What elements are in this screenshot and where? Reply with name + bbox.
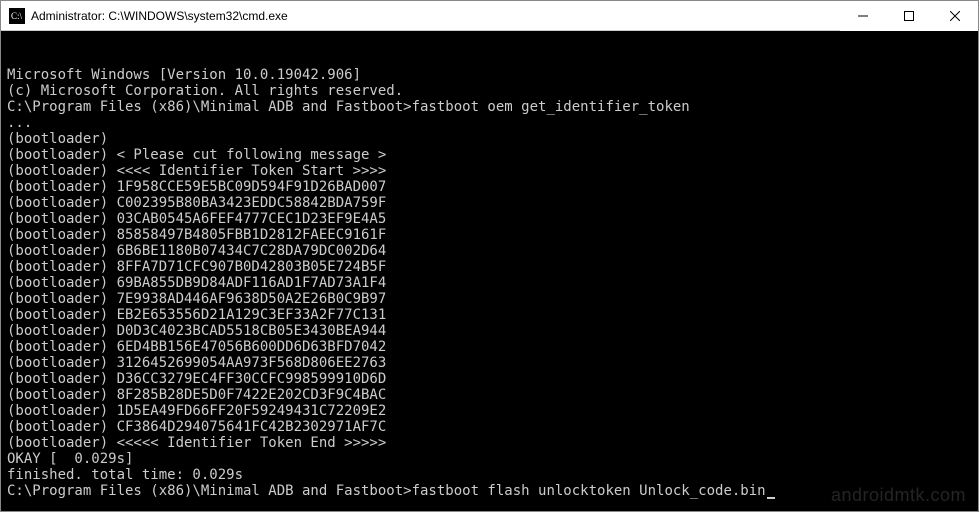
output-line: (bootloader) 7E9938AD446AF9638D50A2E26B0… [7,291,972,307]
output-line: (bootloader) 8FFA7D71CFC907B0D42803B05E7… [7,259,972,275]
output-line: (bootloader) 03CAB0545A6FEF4777CEC1D23EF… [7,211,972,227]
output-line: (bootloader) 1F958CCE59E5BC09D594F91D26B… [7,179,972,195]
titlebar[interactable]: C:\ Administrator: C:\WINDOWS\system32\c… [1,1,978,31]
watermark-text: androidmtk.com [831,487,966,503]
close-button[interactable] [932,1,978,31]
window-title: Administrator: C:\WINDOWS\system32\cmd.e… [31,9,840,23]
output-line: (bootloader) < Please cut following mess… [7,147,972,163]
output-line: (bootloader) 3126452699054AA973F568D806E… [7,355,972,371]
output-line: (bootloader) 6B6BE1180B07434C7C28DA79DC0… [7,243,972,259]
output-line: (bootloader) 6ED4BB156E47056B600DD6D63BF… [7,339,972,355]
output-line: (bootloader) C002395B80BA3423EDDC58842BD… [7,195,972,211]
output-line: (bootloader) 85858497B4805FBB1D2812FAEEC… [7,227,972,243]
prompt-line: C:\Program Files (x86)\Minimal ADB and F… [7,99,972,115]
output-line: (bootloader) EB2E653556D21A129C3EF33A2F7… [7,307,972,323]
output-line: OKAY [ 0.029s] [7,451,972,467]
output-line: (bootloader) D36CC3279EC4FF30CCFC9985999… [7,371,972,387]
output-line: (bootloader) CF3864D294075641FC42B230297… [7,419,972,435]
maximize-button[interactable] [886,1,932,31]
banner-line: Microsoft Windows [Version 10.0.19042.90… [7,67,972,83]
minimize-button[interactable] [840,1,886,31]
text-cursor [767,497,775,499]
cmd-icon: C:\ [9,8,25,24]
output-line: (bootloader) 69BA855DB9D84ADF116AD1F7AD7… [7,275,972,291]
window-controls [840,1,978,30]
cmd-window: C:\ Administrator: C:\WINDOWS\system32\c… [0,0,979,512]
output-line: (bootloader) <<<< Identifier Token Start… [7,163,972,179]
output-line: (bootloader) 8F285B28DE5D0F7422E202CD3F9… [7,387,972,403]
output-line: (bootloader) <<<<< Identifier Token End … [7,435,972,451]
output-line: (bootloader) [7,131,972,147]
prompt-line-current[interactable]: C:\Program Files (x86)\Minimal ADB and F… [7,483,972,499]
output-line: (bootloader) 1D5EA49FD66FF20F59249431C72… [7,403,972,419]
output-line: ... [7,115,972,131]
banner-line: (c) Microsoft Corporation. All rights re… [7,83,972,99]
output-line: finished. total time: 0.029s [7,467,972,483]
svg-text:C:\: C:\ [11,11,23,21]
output-line: (bootloader) D0D3C4023BCAD5518CB05E3430B… [7,323,972,339]
terminal-output[interactable]: Microsoft Windows [Version 10.0.19042.90… [1,31,978,511]
